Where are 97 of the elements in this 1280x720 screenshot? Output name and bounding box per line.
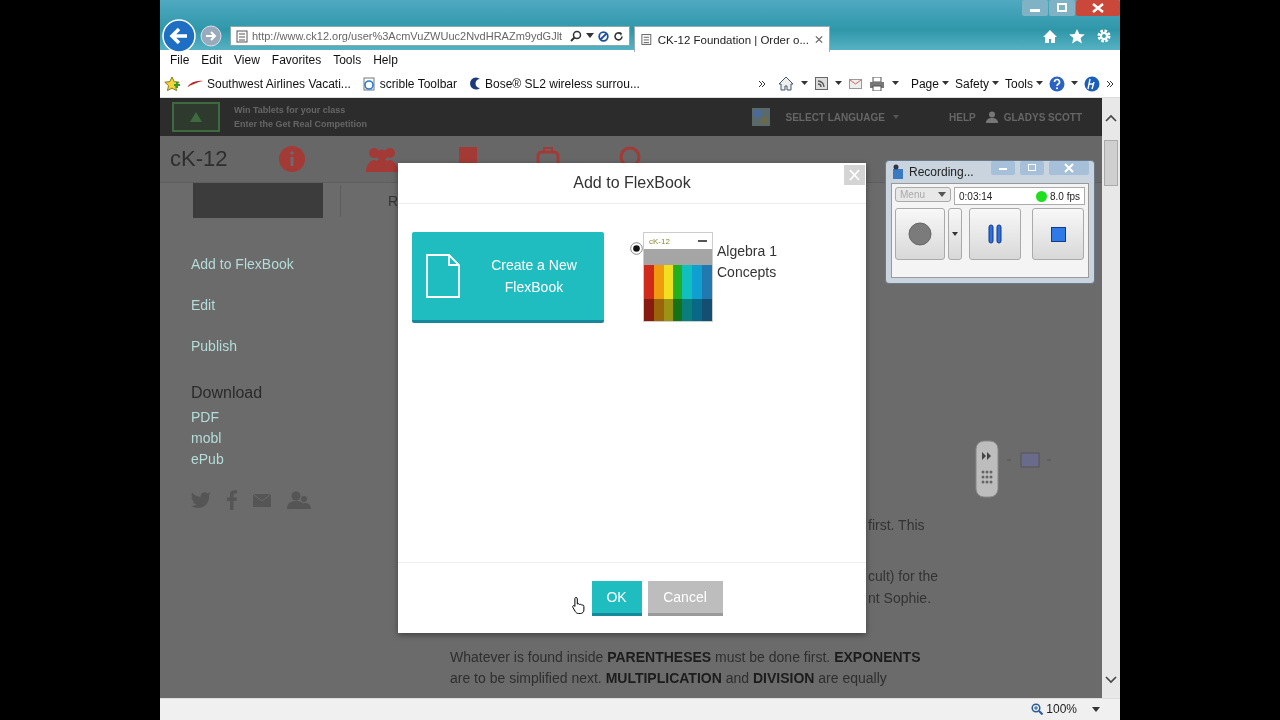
search-icon[interactable] bbox=[570, 30, 582, 42]
caret-icon[interactable] bbox=[1092, 706, 1100, 712]
hp-logo-icon[interactable] bbox=[1084, 75, 1100, 92]
back-icon[interactable] bbox=[162, 19, 196, 53]
favorite-link[interactable]: scrible Toolbar bbox=[362, 76, 457, 91]
book-cover[interactable]: cK-12 bbox=[643, 232, 713, 322]
favorite-link[interactable]: Southwest Airlines Vacati... bbox=[187, 76, 351, 91]
stop-icon bbox=[1050, 226, 1066, 242]
scrollbar-thumb[interactable] bbox=[1104, 140, 1118, 186]
menu-item[interactable]: Help bbox=[367, 53, 404, 67]
document-icon bbox=[426, 254, 460, 298]
menu-item[interactable]: Favorites bbox=[265, 53, 328, 67]
star-icon[interactable] bbox=[1069, 28, 1085, 44]
site-logo[interactable]: cK-12 bbox=[170, 146, 278, 172]
refresh-icon[interactable] bbox=[613, 30, 624, 42]
frame-rate: 8.0 fps bbox=[1049, 190, 1080, 202]
feed-icon[interactable] bbox=[814, 77, 828, 90]
dash-icon bbox=[698, 239, 707, 243]
create-flexbook-button[interactable]: Create a New FlexBook bbox=[412, 232, 604, 323]
forward-icon[interactable] bbox=[200, 25, 222, 47]
scroll-down-icon[interactable] bbox=[1105, 676, 1117, 684]
menu-item[interactable]: View bbox=[228, 53, 266, 67]
recorder-app-icon bbox=[891, 164, 905, 180]
sidebar-link[interactable]: Publish bbox=[191, 326, 237, 367]
record-button[interactable] bbox=[895, 208, 945, 260]
dialog-title: Add to FlexBook bbox=[573, 174, 691, 192]
text-line: first. This bbox=[868, 516, 925, 535]
recorder-title: Recording... bbox=[909, 165, 974, 179]
download-link[interactable]: mobl bbox=[191, 428, 222, 449]
stop-button[interactable] bbox=[1032, 208, 1084, 260]
sidebar-link[interactable]: Edit bbox=[191, 285, 216, 326]
close-icon[interactable] bbox=[815, 35, 823, 44]
caret-icon bbox=[992, 81, 999, 86]
hand-cursor-icon bbox=[572, 596, 586, 614]
caret-icon[interactable] bbox=[1071, 81, 1078, 86]
caret-icon bbox=[952, 232, 958, 236]
help-link[interactable]: HELP bbox=[949, 111, 976, 123]
ok-button[interactable]: OK bbox=[591, 580, 642, 616]
crescent-icon bbox=[469, 77, 481, 90]
home-icon[interactable] bbox=[777, 76, 794, 91]
stop-icon[interactable] bbox=[598, 30, 609, 42]
chevron-icon[interactable] bbox=[757, 79, 766, 88]
pause-button[interactable] bbox=[969, 208, 1021, 260]
caret-icon bbox=[893, 115, 899, 119]
favorites-star-icon[interactable] bbox=[164, 75, 181, 92]
command-button[interactable]: Tools bbox=[1005, 76, 1043, 91]
zoom-level[interactable]: 100% bbox=[1046, 702, 1077, 716]
caret-icon[interactable] bbox=[834, 81, 842, 86]
menu-item[interactable]: Edit bbox=[195, 53, 229, 67]
close-icon[interactable] bbox=[1076, 0, 1120, 16]
caret-icon bbox=[938, 192, 946, 197]
book-title[interactable]: Algebra 1 Concepts bbox=[717, 241, 797, 283]
command-button[interactable]: Safety bbox=[954, 76, 999, 91]
caret-icon[interactable] bbox=[586, 33, 594, 39]
sidebar-link[interactable]: Add to FlexBook bbox=[191, 244, 294, 285]
address-bar[interactable]: http://www.ck12.org/user%3AcmVuZWUuc2NvdHRAZm9ydGJlt bbox=[230, 26, 630, 46]
zoom-icon[interactable] bbox=[1031, 703, 1044, 715]
download-link[interactable]: PDF bbox=[191, 407, 219, 428]
page-icon bbox=[236, 29, 248, 43]
cover-logo: cK-12 bbox=[649, 236, 670, 246]
pause-icon bbox=[988, 224, 1002, 244]
tab-title: CK-12 Foundation | Order o... bbox=[657, 33, 809, 46]
browser-tab[interactable]: CK-12 Foundation | Order o... bbox=[634, 26, 830, 52]
printer-icon[interactable] bbox=[868, 76, 885, 91]
user-icon bbox=[985, 111, 998, 123]
help-icon[interactable] bbox=[1049, 75, 1065, 92]
text-line: nt Sophie. bbox=[868, 589, 932, 608]
tab-label[interactable]: R bbox=[388, 192, 399, 209]
translate-icon[interactable] bbox=[751, 108, 770, 126]
settings-icon[interactable] bbox=[1096, 28, 1112, 44]
page-icon bbox=[362, 76, 376, 91]
language-selector[interactable]: SELECT LANGUAGE bbox=[785, 111, 899, 123]
promo-text[interactable]: Win Tablets for your class bbox=[234, 103, 367, 117]
caret-icon bbox=[941, 81, 949, 86]
favorite-link[interactable]: Bose® SL2 wireless surrou... bbox=[469, 76, 640, 91]
user-name[interactable]: GLADYS SCOTT bbox=[1003, 111, 1082, 123]
caret-icon bbox=[1036, 81, 1043, 86]
record-icon bbox=[908, 222, 932, 246]
scroll-up-icon[interactable] bbox=[1105, 114, 1117, 122]
caret-icon[interactable] bbox=[800, 81, 808, 86]
elapsed-time: 0:03:14 bbox=[959, 190, 993, 202]
cover-band bbox=[644, 249, 712, 265]
caret-icon[interactable] bbox=[891, 81, 899, 86]
mail-icon[interactable] bbox=[848, 78, 862, 89]
download-heading: Download bbox=[191, 383, 263, 403]
command-button[interactable]: Page bbox=[910, 76, 949, 91]
page-icon bbox=[641, 33, 652, 46]
radio-button[interactable] bbox=[630, 242, 643, 255]
status-dot-icon bbox=[1035, 190, 1047, 202]
url-text: http://www.ck12.org/user%3AcmVuZWUuc2NvdHRAZm9ydGJlt bbox=[252, 30, 564, 42]
chevron-icon[interactable] bbox=[1106, 79, 1114, 88]
home-icon[interactable] bbox=[1042, 28, 1058, 44]
download-link[interactable]: ePub bbox=[191, 449, 224, 470]
menu-item[interactable]: Tools bbox=[327, 53, 368, 67]
text-line: cult) for the bbox=[868, 567, 939, 586]
paragraph: Whatever is found inside PARENTHESES must be done first. EXPONENTS are to be simplified next. MULTIPLICATION and DIVISION are equally bbox=[450, 648, 922, 688]
menu-item[interactable]: File bbox=[164, 53, 196, 67]
